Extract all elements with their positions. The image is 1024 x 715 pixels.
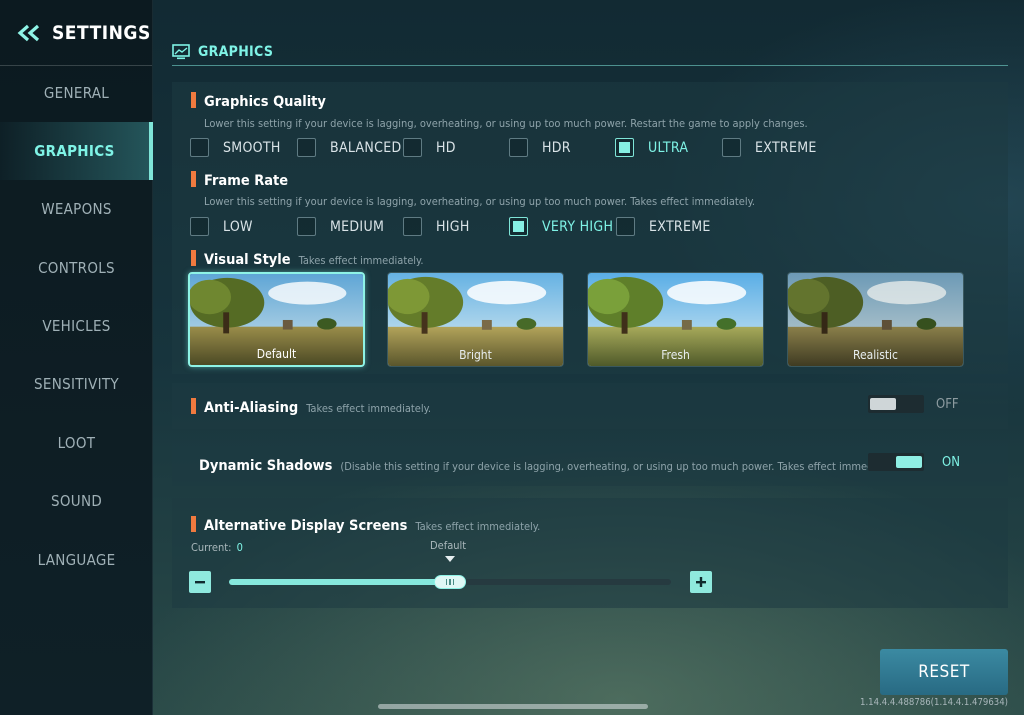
- decrease-button[interactable]: [189, 571, 211, 593]
- sidebar-title: SETTINGS: [52, 21, 151, 44]
- checkbox[interactable]: [297, 217, 316, 236]
- monitor-icon: [172, 43, 190, 59]
- quality-option-smooth[interactable]: SMOOTH: [190, 138, 281, 157]
- sidebar-item-loot[interactable]: LOOT: [0, 414, 153, 472]
- checkbox[interactable]: [403, 217, 422, 236]
- reset-button[interactable]: RESET: [880, 649, 1008, 695]
- frame-option-very-high[interactable]: VERY HIGH: [509, 217, 613, 236]
- graphics-quality-desc: Lower this setting if your device is lag…: [204, 117, 808, 130]
- default-marker-label: Default: [430, 539, 467, 552]
- frame-option-low[interactable]: LOW: [190, 217, 253, 236]
- quality-option-hd[interactable]: HD: [403, 138, 456, 157]
- checkbox[interactable]: [190, 138, 209, 157]
- anti-aliasing-state: OFF: [936, 397, 959, 412]
- checkbox[interactable]: [722, 138, 741, 157]
- section-marker: [191, 516, 196, 532]
- visual-style-card-bright[interactable]: Bright: [387, 272, 564, 367]
- frame-rate-title: Frame Rate: [191, 169, 288, 189]
- anti-aliasing-toggle[interactable]: [868, 395, 924, 413]
- section-marker: [191, 398, 196, 414]
- slider-fill: [229, 579, 450, 585]
- minus-icon: [195, 581, 205, 584]
- sidebar-item-sound[interactable]: SOUND: [0, 472, 153, 530]
- sidebar-header: SETTINGS: [0, 0, 152, 66]
- frame-option-extreme[interactable]: EXTREME: [616, 217, 711, 236]
- current-value: 0: [236, 541, 243, 554]
- graphics-quality-title: Graphics Quality: [191, 90, 326, 110]
- checkbox-checked[interactable]: [615, 138, 634, 157]
- sidebar-item-general[interactable]: GENERAL: [0, 64, 153, 122]
- checkbox[interactable]: [403, 138, 422, 157]
- sidebar-item-sensitivity[interactable]: SENSITIVITY: [0, 355, 153, 413]
- quality-option-ultra[interactable]: ULTRA: [615, 138, 688, 157]
- checkbox[interactable]: [297, 138, 316, 157]
- slider-thumb[interactable]: [434, 575, 466, 589]
- visual-style-card-realistic[interactable]: Realistic: [787, 272, 964, 367]
- visual-style-title: Visual Style Takes effect immediately.: [191, 248, 423, 268]
- sidebar-item-vehicles[interactable]: VEHICLES: [0, 297, 153, 355]
- visual-style-card-fresh[interactable]: Fresh: [587, 272, 764, 367]
- checkbox[interactable]: [509, 138, 528, 157]
- alt-display-title: Alternative Display Screens Takes effect…: [191, 514, 540, 534]
- increase-button[interactable]: [690, 571, 712, 593]
- double-chevron-left-icon[interactable]: [16, 24, 42, 42]
- sidebar: SETTINGS GENERAL GRAPHICS WEAPONS CONTRO…: [0, 0, 153, 715]
- toggle-knob: [896, 456, 922, 468]
- sidebar-item-language[interactable]: LANGUAGE: [0, 531, 153, 589]
- section-marker: [191, 92, 196, 108]
- frame-option-high[interactable]: HIGH: [403, 217, 470, 236]
- sidebar-item-controls[interactable]: CONTROLS: [0, 239, 153, 297]
- home-indicator[interactable]: [378, 704, 648, 709]
- dynamic-shadows-toggle[interactable]: [868, 453, 924, 471]
- dynamic-shadows-state: ON: [942, 455, 960, 470]
- frame-option-medium[interactable]: MEDIUM: [297, 217, 384, 236]
- quality-option-hdr[interactable]: HDR: [509, 138, 571, 157]
- anti-aliasing-title: Anti-Aliasing Takes effect immediately.: [191, 396, 431, 416]
- frame-rate-desc: Lower this setting if your device is lag…: [204, 195, 756, 208]
- plus-icon: [696, 577, 706, 587]
- quality-option-extreme[interactable]: EXTREME: [722, 138, 817, 157]
- content-header: GRAPHICS: [172, 38, 1008, 66]
- version-text: 1.14.4.4.488786(1.14.4.1.479634): [860, 697, 1008, 708]
- quality-option-balanced[interactable]: BALANCED: [297, 138, 401, 157]
- sidebar-item-weapons[interactable]: WEAPONS: [0, 180, 153, 238]
- section-marker: [191, 171, 196, 187]
- checkbox[interactable]: [616, 217, 635, 236]
- current-readout: Current: 0: [191, 541, 243, 554]
- content-title: GRAPHICS: [198, 43, 274, 60]
- sidebar-item-graphics[interactable]: GRAPHICS: [0, 122, 153, 180]
- caret-down-icon: [445, 556, 455, 562]
- checkbox[interactable]: [190, 217, 209, 236]
- dynamic-shadows-title: Dynamic Shadows (Disable this setting if…: [199, 458, 871, 474]
- toggle-knob: [870, 398, 896, 410]
- section-marker: [191, 250, 196, 266]
- visual-style-card-default[interactable]: Default: [188, 272, 365, 367]
- checkbox-checked[interactable]: [509, 217, 528, 236]
